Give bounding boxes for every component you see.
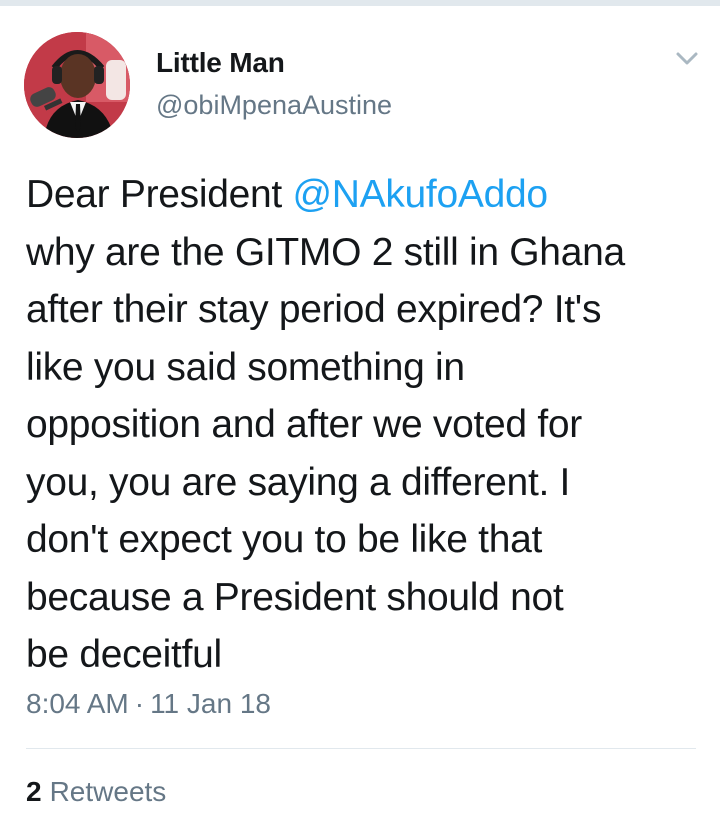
mention-link[interactable]: @NAkufoAddo: [292, 173, 548, 216]
tweet-line: after their stay period expired? It's: [26, 288, 602, 331]
tweet-text: Dear President @NAkufoAddo why are the G…: [26, 166, 706, 684]
tweet-timestamp[interactable]: 8:04 AM · 11 Jan 18: [26, 688, 271, 720]
tweet-time: 8:04 AM: [26, 688, 129, 719]
top-divider: [0, 0, 720, 6]
retweets-label: Retweets: [49, 776, 167, 807]
tweet-line: because a President should not: [26, 575, 564, 619]
profile-photo: [24, 32, 130, 138]
tweet-line: you, you are saying a different. I: [26, 460, 571, 504]
stats-divider: [26, 748, 696, 749]
tweet-line: like you said something in: [26, 345, 465, 389]
retweets-stat[interactable]: 2 Retweets: [26, 776, 166, 808]
display-name[interactable]: Little Man: [156, 47, 285, 79]
user-handle[interactable]: @obiMpenaAustine: [156, 90, 392, 121]
chevron-down-icon[interactable]: [672, 48, 702, 70]
tweet-line: Dear President @NAkufoAddo: [26, 166, 706, 224]
tweet-line: don't expect you to be like that: [26, 518, 543, 561]
tweet-line-text: Dear President: [26, 173, 293, 216]
tweet-date: 11 Jan 18: [150, 688, 271, 719]
avatar[interactable]: [24, 32, 130, 138]
tweet-line: opposition and after we voted for: [26, 403, 582, 446]
meta-separator: ·: [134, 688, 145, 719]
retweets-count: 2: [26, 776, 42, 807]
tweet-line: be deceitful: [26, 633, 222, 676]
tweet-line: why are the GITMO 2 still in Ghana: [26, 230, 625, 274]
